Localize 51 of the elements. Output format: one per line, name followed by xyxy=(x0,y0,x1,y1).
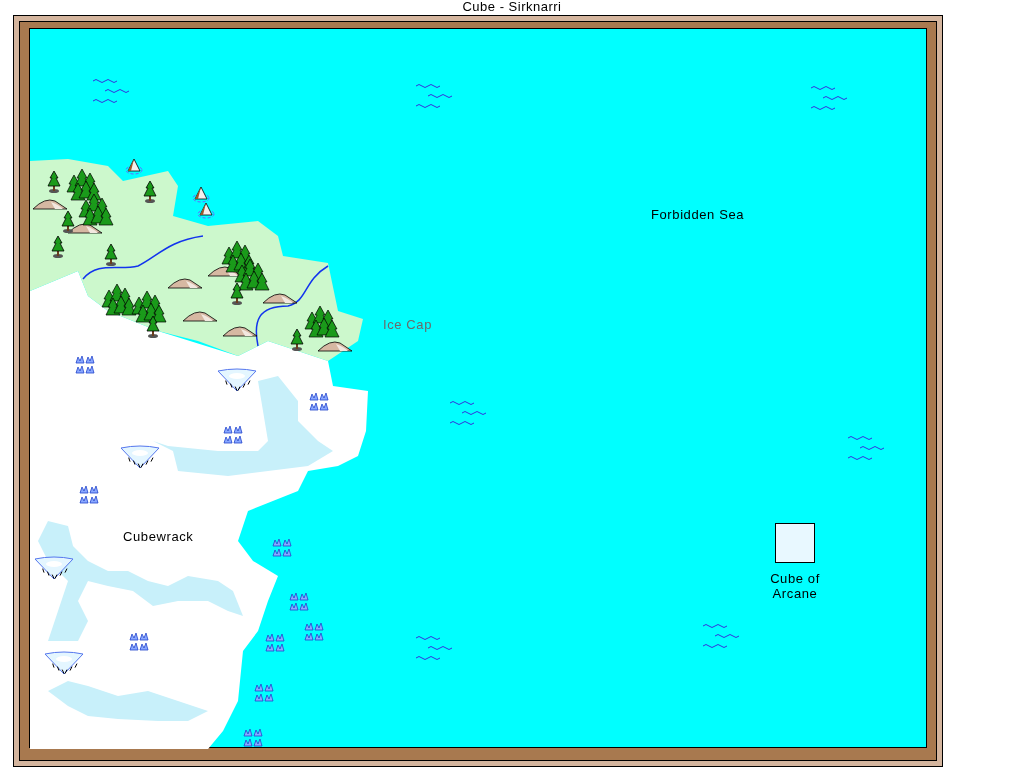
waves-icon xyxy=(847,436,885,460)
waves-icon xyxy=(810,86,848,110)
glacier-icon xyxy=(34,556,74,580)
tree-icon xyxy=(230,282,244,305)
ice-crystals-icon xyxy=(223,425,243,444)
glacier-icon xyxy=(120,445,160,469)
forest-icon xyxy=(78,193,114,226)
map-label: Cube of Arcane xyxy=(769,571,821,601)
ice-crystals-icon xyxy=(304,622,324,641)
ice-crystals-icon xyxy=(265,633,285,652)
sea-rock-icon xyxy=(192,186,210,203)
waves-icon xyxy=(415,636,453,660)
ice-crystals-icon xyxy=(254,683,274,702)
map-label: Forbidden Sea xyxy=(651,207,745,222)
waves-icon xyxy=(92,79,130,103)
ice-crystals-icon xyxy=(75,355,95,374)
ice-crystals-icon xyxy=(129,632,149,651)
tree-icon xyxy=(61,210,75,233)
forest-icon xyxy=(101,283,137,316)
hill-icon xyxy=(167,278,203,289)
glacier-icon xyxy=(44,651,84,675)
glacier-icon xyxy=(217,368,257,392)
hill-icon xyxy=(222,326,258,337)
forest-icon xyxy=(304,305,340,338)
tree-icon xyxy=(146,315,160,338)
ice-crystals-icon xyxy=(79,485,99,504)
ice-crystals-icon xyxy=(309,392,329,411)
forest-icon xyxy=(66,168,102,201)
tree-icon xyxy=(290,328,304,351)
ice-crystals-icon xyxy=(243,728,263,747)
waves-icon xyxy=(415,84,453,108)
waves-icon xyxy=(702,624,740,648)
sea-rock-icon xyxy=(125,158,143,175)
waves-icon xyxy=(449,401,487,425)
sea-rock-icon xyxy=(197,202,215,219)
tree-icon xyxy=(104,243,118,266)
map-label: Ice Cap xyxy=(383,317,432,332)
hill-icon xyxy=(262,293,298,304)
tree-icon xyxy=(47,170,61,193)
forest-icon xyxy=(131,290,167,323)
tree-icon xyxy=(143,180,157,203)
map-label: Cubewrack xyxy=(123,529,194,544)
forest-icon xyxy=(234,258,270,291)
hill-icon xyxy=(32,199,68,210)
ice-crystals-icon xyxy=(272,538,292,557)
window-title: Cube - Sirknarri xyxy=(462,0,562,15)
ice-crystals-icon xyxy=(289,592,309,611)
tree-icon xyxy=(51,235,65,258)
hill-icon xyxy=(317,341,353,352)
hill-icon xyxy=(182,311,218,322)
cube-icon xyxy=(775,523,815,563)
